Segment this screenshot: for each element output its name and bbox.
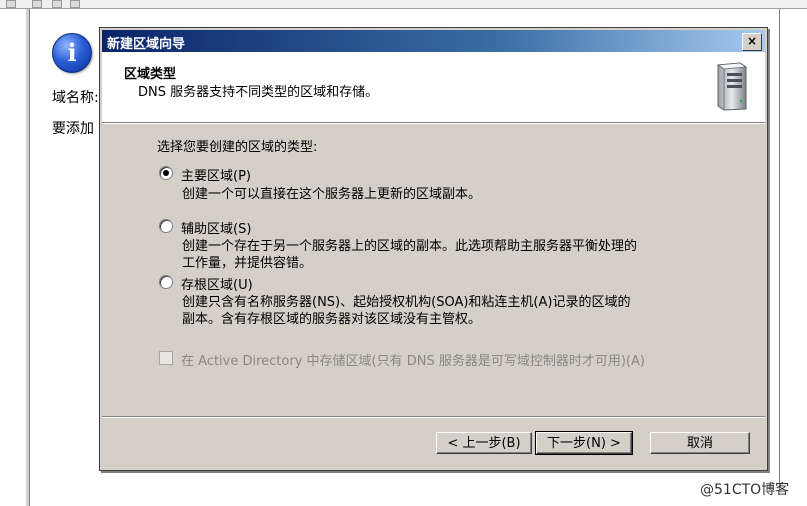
zone-type-prompt: 选择您要创建的区域的类型:	[157, 140, 318, 155]
radio-selected-dot	[163, 170, 169, 176]
watermark: @51CTO博客	[700, 482, 790, 498]
close-icon: ×	[746, 34, 758, 48]
radio-button[interactable]	[159, 275, 173, 289]
new-zone-wizard-dialog: 新建区域向导 × 区域类型 DNS 服务器支持不同类型的区域和存储。 选择您要创…	[99, 27, 768, 471]
store-in-ad-checkbox	[159, 351, 173, 365]
toolbar-button-icon[interactable]	[70, 0, 80, 8]
cancel-button[interactable]: 取消	[650, 432, 750, 454]
toolbar-button-icon[interactable]	[32, 0, 42, 8]
dialog-title: 新建区域向导	[107, 37, 186, 52]
description-line: 创建一个存在于另一个服务器上的区域的副本。此选项帮助主服务器平衡处理的	[182, 239, 638, 254]
toolbar-button-icon[interactable]	[52, 0, 62, 8]
radio-label[interactable]: 主要区域(P)	[181, 165, 251, 184]
background-window-edge-right	[779, 9, 780, 489]
dialog-titlebar[interactable]: 新建区域向导 ×	[102, 30, 765, 52]
description-line: 副本。含有存根区域的服务器对该区域没有主管权。	[182, 312, 482, 327]
page-subtitle: DNS 服务器支持不同类型的区域和存储。	[138, 85, 379, 100]
stub-zone-description: 创建只含有名称服务器(NS)、起始授权机构(SOA)和粘连主机(A)记录的区域的…	[182, 294, 630, 328]
back-button[interactable]: < 上一步(B)	[436, 432, 532, 454]
store-in-ad-label: 在 Active Directory 中存储区域(只有 DNS 服务器是可写域控…	[181, 354, 645, 369]
radio-label[interactable]: 辅助区域(S)	[181, 218, 251, 237]
description-line: 创建只含有名称服务器(NS)、起始授权机构(SOA)和粘连主机(A)记录的区域的	[182, 295, 631, 310]
next-button[interactable]: 下一步(N) >	[535, 431, 633, 455]
server-icon	[716, 62, 748, 111]
close-button[interactable]: ×	[742, 33, 762, 51]
radio-label[interactable]: 存根区域(U)	[181, 274, 253, 293]
info-icon: i	[52, 33, 92, 73]
background-toolbar	[0, 0, 807, 9]
toolbar-button-icon[interactable]	[6, 0, 16, 8]
secondary-zone-description: 创建一个存在于另一个服务器上的区域的副本。此选项帮助主服务器平衡处理的 工作量，…	[182, 238, 637, 272]
wizard-header: 区域类型 DNS 服务器支持不同类型的区域和存储。	[102, 52, 765, 123]
page-title: 区域类型	[124, 67, 177, 82]
add-label: 要添加	[52, 121, 94, 137]
header-divider	[102, 123, 765, 124]
primary-zone-description: 创建一个可以直接在这个服务器上更新的区域副本。	[182, 186, 481, 203]
domain-name-label: 域名称:	[52, 90, 99, 106]
description-line: 工作量，并提供容错。	[182, 256, 313, 271]
background-window-edge	[26, 9, 30, 506]
radio-button[interactable]	[159, 166, 173, 180]
description-line: 创建一个可以直接在这个服务器上更新的区域副本。	[182, 187, 482, 202]
footer-divider	[102, 416, 765, 418]
radio-button[interactable]	[159, 219, 173, 233]
